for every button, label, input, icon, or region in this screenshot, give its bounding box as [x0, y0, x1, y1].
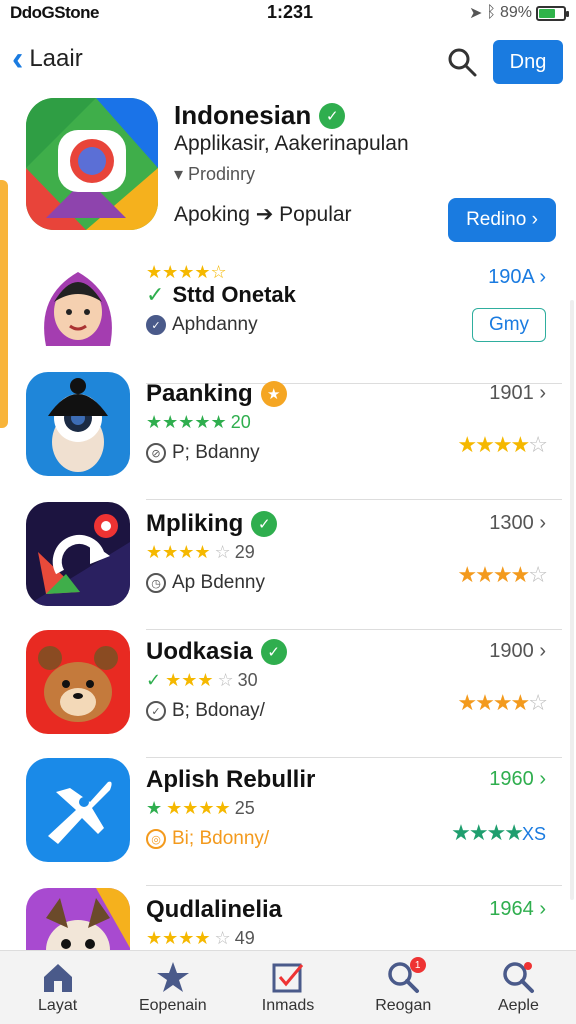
app-title: Qudlalinelia	[146, 896, 283, 923]
list-item[interactable]: ★★★★☆ ✓ Sttd Onetak ✓ Aphdanny 190A › Gm…	[0, 256, 576, 384]
rating-stars: ★★★★★ 20	[146, 412, 251, 432]
tab-reogan[interactable]: 1 Reogan	[346, 951, 461, 1024]
battery-percent: 89%	[499, 4, 532, 21]
featured-action-button[interactable]: Redino ›	[448, 198, 556, 242]
home-icon	[43, 964, 72, 992]
app-count[interactable]: 1960 ›	[489, 768, 546, 791]
search-icon[interactable]	[446, 46, 478, 78]
check-icon: ✓	[146, 282, 165, 307]
tab-label: Reogan	[375, 997, 432, 1014]
scrollbar[interactable]	[570, 300, 574, 900]
app-count[interactable]: 1900 ›	[489, 640, 546, 663]
notification-badge: 1	[409, 957, 426, 973]
rating-stars-right: ★★★★XS	[451, 820, 546, 845]
featured-subtitle: Applikasir, Aakerinapulan	[174, 132, 409, 155]
rating-stars: ★★★★☆	[146, 262, 227, 282]
list-item[interactable]: Aplish Rebullir ★ ★★★★ 25 ◎ Bi; Bdonny/ 1…	[0, 758, 576, 886]
app-developer: ⊘ P; Bdanny	[146, 442, 260, 464]
app-developer: ✓ B; Bdonay/	[146, 700, 265, 722]
list-item[interactable]: Mpliking ✓ ★★★★ ☆ 29 ◷ Ap Bdenny 1300 › ★…	[0, 502, 576, 630]
app-developer: ✓ Aphdanny	[146, 314, 258, 336]
featured-category[interactable]: Apoking ➔ Popular	[174, 202, 352, 227]
app-count[interactable]: 1901 ›	[489, 382, 546, 405]
app-icon-refresh	[26, 502, 130, 606]
list-item[interactable]: Uodkasia ✓ ✓ ★★★ ☆ 30 ✓ B; Bdonay/ 1900 › …	[0, 630, 576, 758]
app-title: Uodkasia ✓	[146, 638, 287, 666]
verified-icon: ✓	[319, 102, 346, 129]
rating-stars-right: ★★★★☆	[457, 690, 548, 715]
app-icon-character	[26, 372, 130, 476]
rating-stars-right: ★★★★☆	[457, 432, 548, 457]
tab-label: Inmads	[261, 997, 315, 1014]
shield-icon: ✓	[146, 315, 166, 335]
tab-inmads[interactable]: Inmads	[230, 951, 345, 1024]
tab-aeple[interactable]: Aeple	[461, 951, 576, 1024]
globe-icon: ⊘	[146, 443, 166, 463]
rating-stars: ★ ★★★★ 25	[146, 798, 255, 818]
location-icon: ➤	[468, 5, 483, 22]
tab-label: Aeple	[497, 997, 539, 1014]
app-count[interactable]: 1964 ›	[489, 898, 546, 921]
tab-bar: Layat Eopenain Inmads 1 Reogan Aeple	[0, 950, 576, 1024]
rating-stars: ✓ ★★★ ☆ 30	[146, 670, 258, 690]
app-count[interactable]: 1300 ›	[489, 512, 546, 535]
chevron-left-icon: ‹	[12, 40, 24, 78]
get-button[interactable]: Gmy	[472, 308, 546, 342]
app-title: Mpliking ✓	[146, 510, 278, 538]
verified-icon: ✓	[260, 639, 287, 665]
divider	[146, 499, 562, 500]
app-developer: ◷ Ap Bdenny	[146, 572, 265, 594]
nav-action-button[interactable]: Dng	[493, 40, 563, 84]
list-item[interactable]: Paanking ★ ★★★★★ 20 ⊘ P; Bdanny 1901 › ★…	[0, 372, 576, 500]
featured-app-icon	[26, 98, 158, 230]
award-icon: ★	[260, 381, 287, 407]
search-icon	[503, 962, 535, 993]
info-icon: ◎	[146, 829, 166, 849]
battery-icon	[536, 5, 569, 21]
rating-stars: ★★★★ ☆ 49	[146, 928, 255, 948]
check-circle-icon: ✓	[146, 701, 166, 721]
tab-label: Layat	[38, 997, 78, 1014]
app-icon-plane	[26, 758, 130, 862]
app-icon-avatar	[26, 256, 130, 360]
rating-stars: ★★★★ ☆ 29	[146, 542, 255, 562]
tab-layat[interactable]: Layat	[0, 951, 115, 1024]
app-developer: ◎ Bi; Bdonny/	[146, 828, 269, 850]
rating-stars-right: ★★★★☆	[457, 562, 548, 587]
tab-eopenain[interactable]: Eopenain	[115, 951, 230, 1024]
status-time: 1:231	[267, 2, 314, 22]
app-title: Paanking ★	[146, 380, 287, 408]
status-right: ➤ ᛒ 89%	[468, 3, 569, 23]
carrier-name: DdoGStone	[10, 3, 100, 22]
status-bar: DdoGStone 1:231 ➤ ᛒ 89%	[0, 0, 576, 28]
featured-title: Indonesian ✓	[174, 100, 346, 131]
checkbox-icon	[272, 963, 304, 993]
tab-label: Eopenain	[138, 997, 207, 1014]
featured-meta: ▾ Prodinry	[174, 164, 256, 184]
nav-bar: ‹ Laair Dng	[0, 36, 576, 88]
app-count[interactable]: 190A ›	[488, 266, 546, 289]
app-title: ✓ Sttd Onetak	[146, 282, 296, 307]
clock-icon: ◷	[146, 573, 166, 593]
star-icon	[156, 962, 189, 992]
verified-icon: ✓	[251, 511, 278, 537]
featured-app[interactable]: Indonesian ✓ Applikasir, Aakerinapulan ▾…	[0, 96, 576, 246]
app-title: Aplish Rebullir	[146, 766, 316, 793]
back-button[interactable]: ‹ Laair	[12, 40, 83, 78]
divider	[146, 885, 562, 886]
bluetooth-icon: ᛒ	[486, 4, 496, 21]
back-label: Laair	[29, 45, 83, 72]
app-icon-animal	[26, 630, 130, 734]
